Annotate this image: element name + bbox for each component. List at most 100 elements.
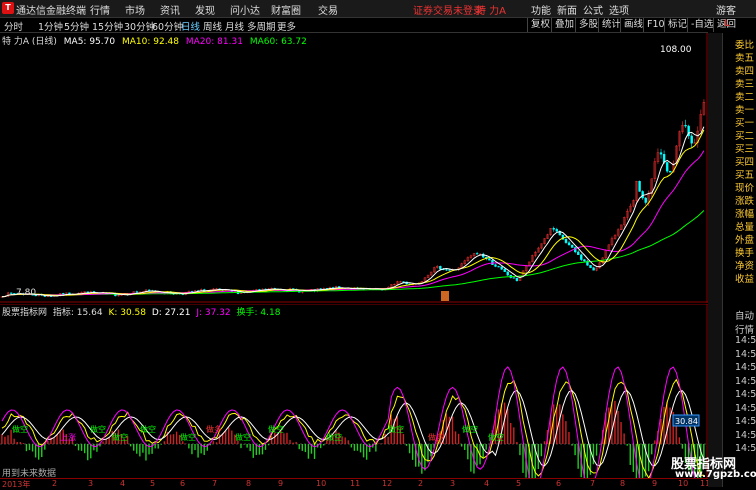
menu-item-5[interactable]: 财富圈 <box>271 2 301 17</box>
tick-label-7: 14:50 <box>735 403 756 414</box>
tick-label-4: 14:50 <box>735 362 756 373</box>
period-more[interactable]: 更多 <box>277 19 296 33</box>
indicator-bar <box>679 437 680 444</box>
candle-body <box>513 278 515 279</box>
indicator-bar <box>666 402 667 444</box>
candle-body <box>593 268 595 270</box>
indicator-bar <box>651 444 652 454</box>
indicator-bar <box>7 435 8 444</box>
period-monthly[interactable]: 月线 <box>225 19 244 33</box>
indicator-bar <box>308 444 309 459</box>
tick-label-2: 14:50 <box>735 335 756 346</box>
indicator-bar <box>384 434 385 444</box>
time-axis-label: 2013年 <box>2 479 30 490</box>
period-15min[interactable]: 15分钟 <box>92 19 123 33</box>
indicator-bar <box>84 444 85 453</box>
tool-overlay[interactable]: 叠加 <box>551 18 577 32</box>
app-title: 通达信金融终端 <box>16 2 86 17</box>
indicator-chart[interactable]: 做空上涨做空做空做空做空做多做空做空做空做空做多做空做空 30.84 <box>0 304 708 478</box>
menu-item-3[interactable]: 发现 <box>195 2 215 17</box>
menu-options[interactable]: 选项 <box>609 2 629 17</box>
indicator-bar <box>366 444 367 460</box>
period-60min[interactable]: 60分钟 <box>152 19 183 33</box>
login-warning[interactable]: 证券交易未登录 <box>413 2 483 17</box>
indicator-bar <box>452 417 453 444</box>
signal-label: 做多 <box>206 424 222 434</box>
period-weekly[interactable]: 周线 <box>203 19 222 33</box>
app-logo-icon: T <box>2 2 14 14</box>
indicator-bar <box>32 444 33 451</box>
menu-formula[interactable]: 公式 <box>583 2 603 17</box>
signal-label: 做空 <box>388 424 404 434</box>
candle-body <box>491 260 493 265</box>
indicator-bar <box>243 444 244 445</box>
candle-body <box>660 153 662 155</box>
signal-label: 做空 <box>140 424 156 434</box>
menu-item-0[interactable]: 行情 <box>90 2 110 17</box>
menu-item-4[interactable]: 问小达 <box>230 2 260 17</box>
indicator-bar <box>225 431 226 444</box>
indicator-bar <box>142 444 143 453</box>
signal-label: 做空 <box>180 432 196 442</box>
indicator-bar <box>249 444 250 451</box>
indicator-bar <box>654 440 655 444</box>
menu-item-2[interactable]: 资讯 <box>160 2 180 17</box>
indicator-bar <box>136 444 137 454</box>
candle-body <box>669 171 671 172</box>
indicator-bar <box>20 442 21 444</box>
indicator-bar <box>458 434 459 444</box>
indicator-bar <box>522 444 523 473</box>
candle-body <box>445 270 447 271</box>
menu-new[interactable]: 新面 <box>557 2 577 17</box>
indicator-bar <box>642 444 643 478</box>
quote-label-8: 买三 <box>735 141 754 155</box>
quote-panel-scroll[interactable] <box>708 33 723 487</box>
indicator-bar <box>35 444 36 457</box>
indicator-bar <box>81 444 82 451</box>
quote-label-18: 收益 <box>735 271 754 285</box>
period-5min[interactable]: 5分钟 <box>64 19 89 33</box>
indicator-bar <box>78 444 79 450</box>
candle-body <box>580 255 582 260</box>
candle-body <box>403 282 405 283</box>
indicator-bar <box>409 444 410 453</box>
candle-body <box>439 266 441 269</box>
signal-label: 做空 <box>235 432 251 442</box>
candle-body <box>449 270 451 271</box>
period-multi[interactable]: 多周期 <box>247 19 276 33</box>
period-daily[interactable]: 日线 <box>181 19 200 33</box>
indicator-bar <box>292 443 293 444</box>
stock-tag[interactable]: 特 力A <box>476 2 506 17</box>
tick-label-1: 行情 <box>735 322 754 336</box>
quote-label-0: 委比 <box>735 37 754 51</box>
quote-label-16: 换手 <box>735 245 754 259</box>
indicator-bar <box>351 444 352 447</box>
ma10-line <box>2 130 704 297</box>
candle-body <box>639 181 641 191</box>
menu-function[interactable]: 功能 <box>531 2 551 17</box>
event-marker[interactable] <box>441 291 449 301</box>
indicator-bar <box>295 442 296 444</box>
period-1min[interactable]: 1分钟 <box>38 19 63 33</box>
menu-item-1[interactable]: 市场 <box>125 2 145 17</box>
candle-body <box>645 198 647 203</box>
indicator-bar <box>461 444 462 447</box>
quote-label-5: 卖一 <box>735 102 754 116</box>
indicator-bar <box>271 436 272 444</box>
indicator-bar <box>486 444 487 450</box>
indicator-bar <box>194 444 195 450</box>
menu-item-6[interactable]: 交易 <box>318 2 338 17</box>
tool-fuquan[interactable]: 复权 <box>527 18 553 32</box>
ma20-line <box>2 151 704 297</box>
guest-label[interactable]: 游客 <box>716 2 736 17</box>
indicator-bar <box>170 435 171 444</box>
kline-chart[interactable]: 108.00 7.80 <box>0 33 708 303</box>
indicator-bar <box>403 434 404 444</box>
quote-label-11: 现价 <box>735 180 754 194</box>
indicator-bar <box>1 434 2 444</box>
period-fenshi[interactable]: 分时 <box>4 19 23 33</box>
period-30min[interactable]: 30分钟 <box>124 19 155 33</box>
indicator-bar <box>23 443 24 444</box>
indicator-bar <box>378 443 379 444</box>
quote-label-2: 卖四 <box>735 63 754 77</box>
